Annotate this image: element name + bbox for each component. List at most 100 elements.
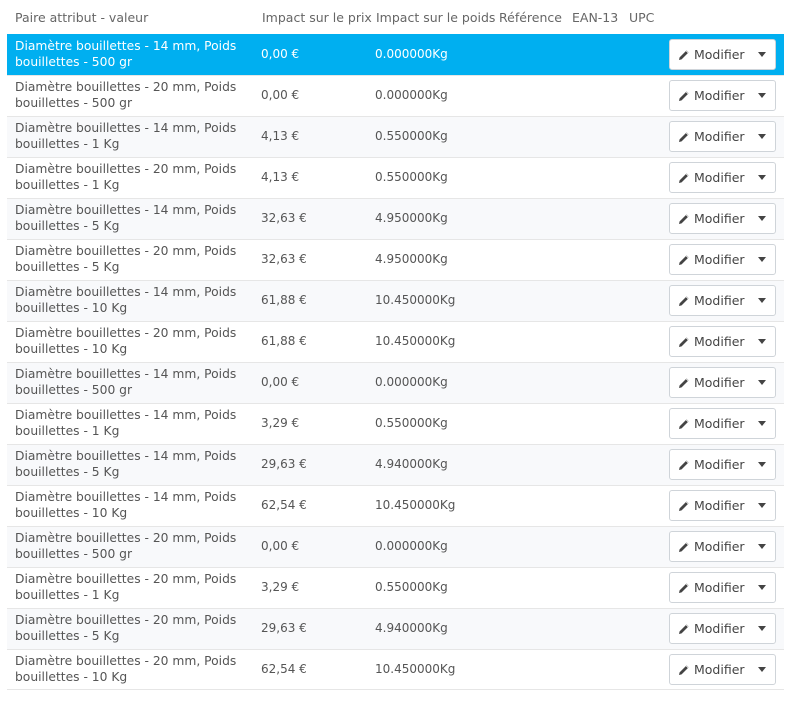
actions-dropdown-toggle[interactable]	[748, 204, 775, 233]
actions-dropdown-toggle[interactable]	[748, 81, 775, 110]
row-actions: Modifier	[669, 613, 776, 644]
weight-impact-cell: 0.550000Kg	[375, 416, 448, 430]
edit-button[interactable]: Modifier	[670, 122, 748, 151]
attribute-cell: Diamètre bouillettes - 20 mm, Poids boui…	[15, 161, 245, 193]
edit-button[interactable]: Modifier	[670, 286, 748, 315]
edit-button-label: Modifier	[694, 129, 745, 144]
attribute-line-2: bouillettes - 10 Kg	[15, 670, 128, 684]
actions-dropdown-toggle[interactable]	[748, 655, 775, 684]
table-row-6[interactable]: Diamètre bouillettes - 20 mm, Poids boui…	[7, 239, 784, 280]
table-row-16[interactable]: Diamètre bouillettes - 20 mm, Poids boui…	[7, 649, 784, 690]
table-row-3[interactable]: Diamètre bouillettes - 14 mm, Poids boui…	[7, 116, 784, 157]
attribute-line-2: bouillettes - 5 Kg	[15, 465, 120, 479]
attribute-line-2: bouillettes - 5 Kg	[15, 260, 120, 274]
attribute-line-1: Diamètre bouillettes - 14 mm, Poids	[15, 203, 237, 217]
price-impact-cell: 0,00 €	[261, 375, 300, 389]
actions-dropdown-toggle[interactable]	[748, 122, 775, 151]
edit-button[interactable]: Modifier	[670, 204, 748, 233]
actions-dropdown-toggle[interactable]	[748, 327, 775, 356]
edit-button[interactable]: Modifier	[670, 491, 748, 520]
table-row-7[interactable]: Diamètre bouillettes - 14 mm, Poids boui…	[7, 280, 784, 321]
table-row-15[interactable]: Diamètre bouillettes - 20 mm, Poids boui…	[7, 608, 784, 649]
table-row-8[interactable]: Diamètre bouillettes - 20 mm, Poids boui…	[7, 321, 784, 362]
header-ean13[interactable]: EAN-13	[572, 10, 618, 25]
actions-dropdown-toggle[interactable]	[748, 163, 775, 192]
table-row-4[interactable]: Diamètre bouillettes - 20 mm, Poids boui…	[7, 157, 784, 198]
price-impact-cell: 4,13 €	[261, 129, 300, 143]
caret-down-icon	[757, 134, 766, 139]
attribute-cell: Diamètre bouillettes - 14 mm, Poids boui…	[15, 448, 245, 480]
actions-dropdown-toggle[interactable]	[748, 368, 775, 397]
table-row-11[interactable]: Diamètre bouillettes - 14 mm, Poids boui…	[7, 444, 784, 485]
table-row-2[interactable]: Diamètre bouillettes - 20 mm, Poids boui…	[7, 75, 784, 116]
header-attribute[interactable]: Paire attribut - valeur	[15, 10, 148, 25]
pencil-icon	[679, 582, 689, 593]
edit-button[interactable]: Modifier	[670, 368, 748, 397]
edit-button[interactable]: Modifier	[670, 532, 748, 561]
caret-down-icon	[757, 585, 766, 590]
pencil-icon	[679, 172, 689, 183]
attribute-line-2: bouillettes - 500 gr	[15, 55, 133, 69]
actions-dropdown-toggle[interactable]	[748, 614, 775, 643]
header-price-impact[interactable]: Impact sur le prix	[262, 10, 372, 25]
table-row-1[interactable]: Diamètre bouillettes - 14 mm, Poids boui…	[7, 34, 784, 75]
weight-impact-cell: 4.950000Kg	[375, 252, 448, 266]
table-row-14[interactable]: Diamètre bouillettes - 20 mm, Poids boui…	[7, 567, 784, 608]
edit-button[interactable]: Modifier	[670, 614, 748, 643]
price-impact-cell: 62,54 €	[261, 498, 307, 512]
edit-button[interactable]: Modifier	[670, 245, 748, 274]
edit-button-label: Modifier	[694, 662, 745, 677]
attribute-line-2: bouillettes - 1 Kg	[15, 178, 120, 192]
table-body: Diamètre bouillettes - 14 mm, Poids boui…	[7, 34, 784, 690]
pencil-icon	[679, 131, 689, 142]
header-weight-impact[interactable]: Impact sur le poids	[376, 10, 495, 25]
edit-button[interactable]: Modifier	[670, 655, 748, 684]
weight-impact-cell: 0.000000Kg	[375, 47, 448, 61]
edit-button[interactable]: Modifier	[670, 40, 748, 69]
weight-impact-cell: 0.550000Kg	[375, 580, 448, 594]
table-row-9[interactable]: Diamètre bouillettes - 14 mm, Poids boui…	[7, 362, 784, 403]
edit-button-label: Modifier	[694, 375, 745, 390]
attribute-cell: Diamètre bouillettes - 14 mm, Poids boui…	[15, 38, 245, 70]
attribute-cell: Diamètre bouillettes - 20 mm, Poids boui…	[15, 653, 245, 685]
actions-dropdown-toggle[interactable]	[748, 491, 775, 520]
actions-dropdown-toggle[interactable]	[748, 532, 775, 561]
actions-dropdown-toggle[interactable]	[748, 286, 775, 315]
attribute-cell: Diamètre bouillettes - 20 mm, Poids boui…	[15, 612, 245, 644]
price-impact-cell: 0,00 €	[261, 88, 300, 102]
actions-dropdown-toggle[interactable]	[748, 40, 775, 69]
price-impact-cell: 0,00 €	[261, 539, 300, 553]
edit-button[interactable]: Modifier	[670, 327, 748, 356]
attribute-line-1: Diamètre bouillettes - 20 mm, Poids	[15, 244, 237, 258]
actions-dropdown-toggle[interactable]	[748, 573, 775, 602]
edit-button-label: Modifier	[694, 252, 745, 267]
attribute-cell: Diamètre bouillettes - 20 mm, Poids boui…	[15, 79, 245, 111]
row-actions: Modifier	[669, 162, 776, 193]
edit-button-label: Modifier	[694, 293, 745, 308]
actions-dropdown-toggle[interactable]	[748, 409, 775, 438]
table-row-10[interactable]: Diamètre bouillettes - 14 mm, Poids boui…	[7, 403, 784, 444]
edit-button[interactable]: Modifier	[670, 450, 748, 479]
attribute-line-2: bouillettes - 5 Kg	[15, 629, 120, 643]
attribute-line-1: Diamètre bouillettes - 20 mm, Poids	[15, 162, 237, 176]
edit-button[interactable]: Modifier	[670, 163, 748, 192]
attribute-line-1: Diamètre bouillettes - 14 mm, Poids	[15, 39, 237, 53]
table-row-5[interactable]: Diamètre bouillettes - 14 mm, Poids boui…	[7, 198, 784, 239]
table-row-12[interactable]: Diamètre bouillettes - 14 mm, Poids boui…	[7, 485, 784, 526]
edit-button[interactable]: Modifier	[670, 81, 748, 110]
caret-down-icon	[757, 667, 766, 672]
edit-button[interactable]: Modifier	[670, 409, 748, 438]
row-actions: Modifier	[669, 244, 776, 275]
attribute-cell: Diamètre bouillettes - 14 mm, Poids boui…	[15, 284, 245, 316]
attribute-cell: Diamètre bouillettes - 14 mm, Poids boui…	[15, 407, 245, 439]
header-upc[interactable]: UPC	[629, 10, 654, 25]
pencil-icon	[679, 664, 689, 675]
edit-button[interactable]: Modifier	[670, 573, 748, 602]
header-reference[interactable]: Référence	[499, 10, 562, 25]
row-actions: Modifier	[669, 285, 776, 316]
actions-dropdown-toggle[interactable]	[748, 450, 775, 479]
weight-impact-cell: 10.450000Kg	[375, 498, 456, 512]
table-row-13[interactable]: Diamètre bouillettes - 20 mm, Poids boui…	[7, 526, 784, 567]
actions-dropdown-toggle[interactable]	[748, 245, 775, 274]
attribute-cell: Diamètre bouillettes - 20 mm, Poids boui…	[15, 243, 245, 275]
